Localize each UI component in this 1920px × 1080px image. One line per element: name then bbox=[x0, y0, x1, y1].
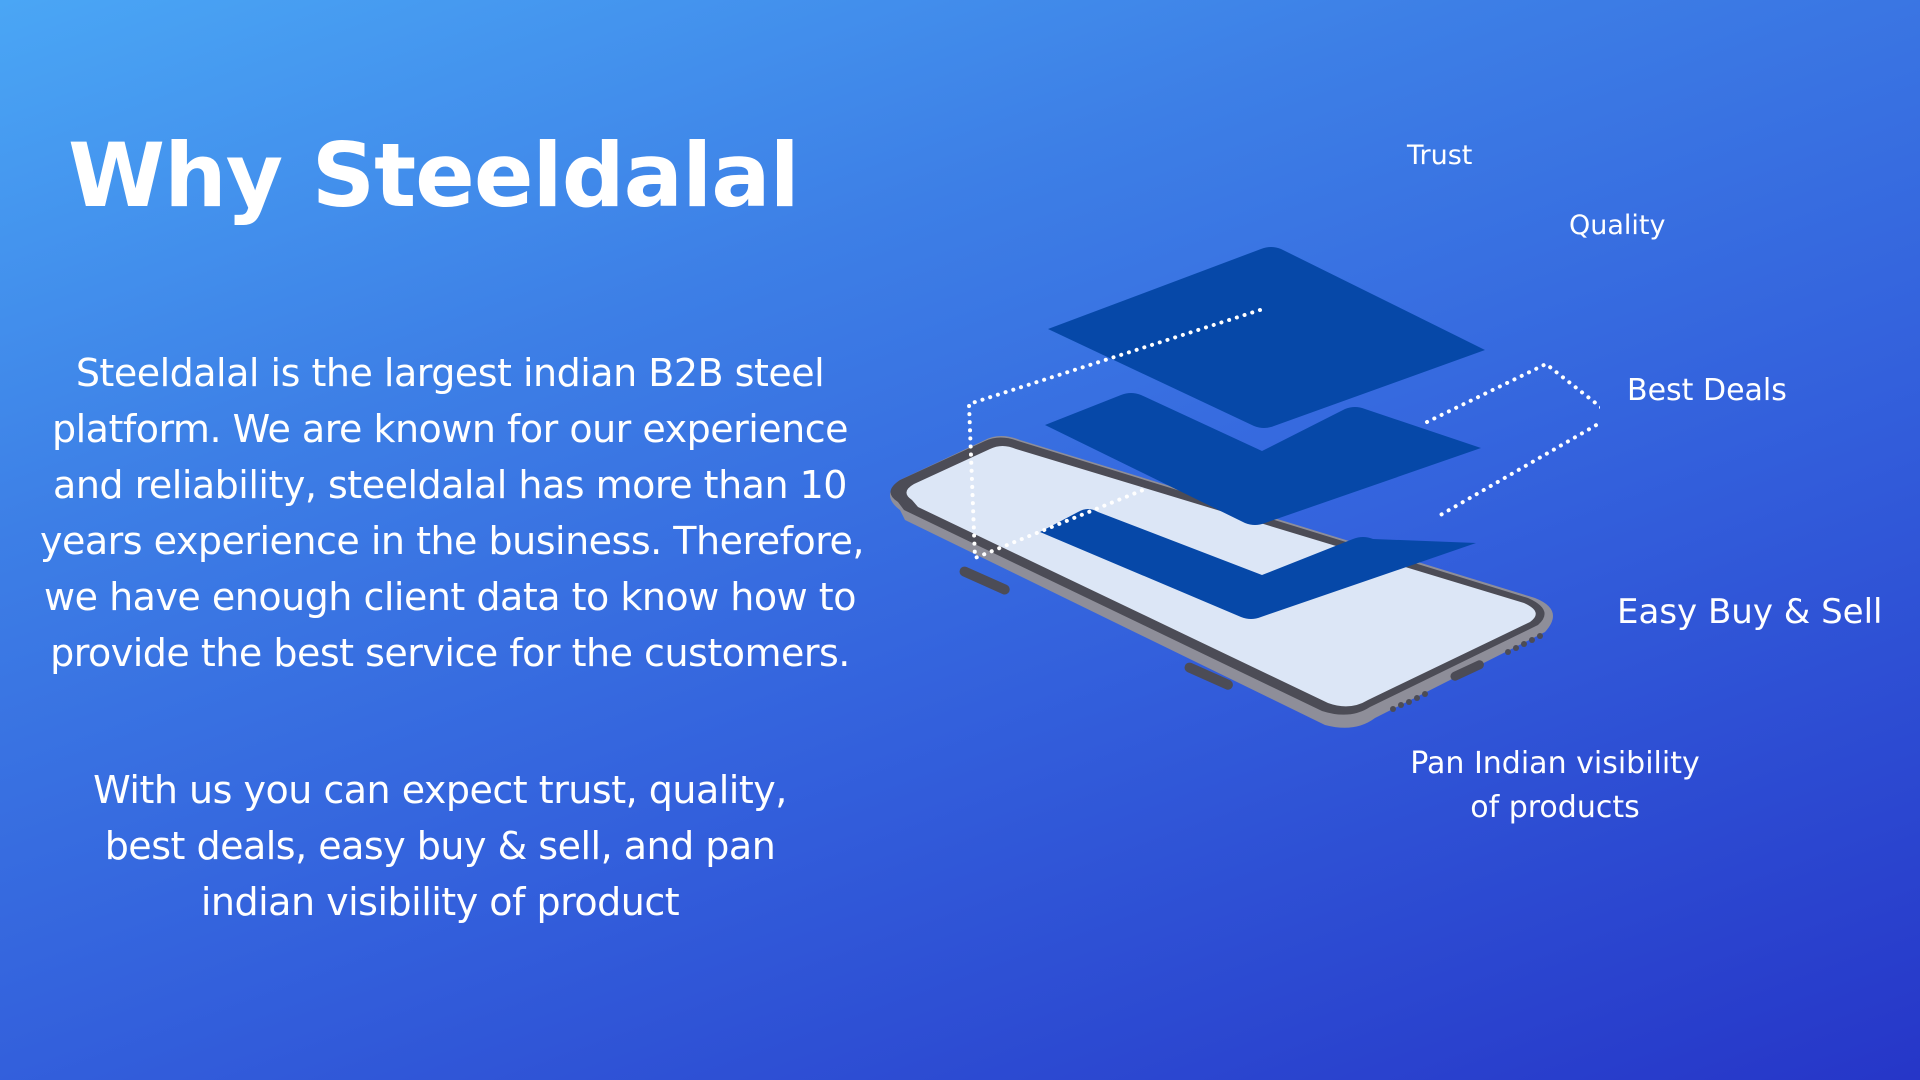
expectation-paragraph: With us you can expect trust, quality, b… bbox=[80, 762, 800, 930]
feature-label-pan-indian-visibility: Pan Indian visibility of products bbox=[1405, 742, 1705, 830]
description-line: and reliability, steeldalal has more tha… bbox=[53, 463, 847, 507]
description-paragraph: Steeldalal is the largest indian B2B ste… bbox=[40, 345, 865, 681]
feature-label-easy-buy-sell: Easy Buy & Sell bbox=[1617, 592, 1883, 632]
feature-label-line: of products bbox=[1470, 790, 1640, 825]
expectation-line: With us you can expect trust, quality, bbox=[93, 768, 787, 812]
phone-side-button bbox=[959, 566, 1010, 595]
feature-label-quality: Quality bbox=[1569, 210, 1666, 241]
description-line: platform. We are known for our experienc… bbox=[51, 407, 849, 451]
expectation-line: indian visibility of product bbox=[200, 880, 680, 924]
feature-label-line: Pan Indian visibility bbox=[1410, 746, 1700, 781]
feature-label-best-deals: Best Deals bbox=[1627, 373, 1787, 408]
slide-title: Why Steeldalal bbox=[68, 124, 800, 227]
description-line: years experience in the business. Theref… bbox=[40, 519, 865, 563]
expectation-line: best deals, easy buy & sell, and pan bbox=[104, 824, 776, 868]
isometric-phone-layers-illustration bbox=[890, 247, 1600, 728]
description-line: we have enough client data to know how t… bbox=[44, 575, 856, 619]
feature-label-trust: Trust bbox=[1407, 140, 1473, 171]
description-line: provide the best service for the custome… bbox=[50, 631, 850, 675]
description-line: Steeldalal is the largest indian B2B ste… bbox=[75, 351, 825, 395]
